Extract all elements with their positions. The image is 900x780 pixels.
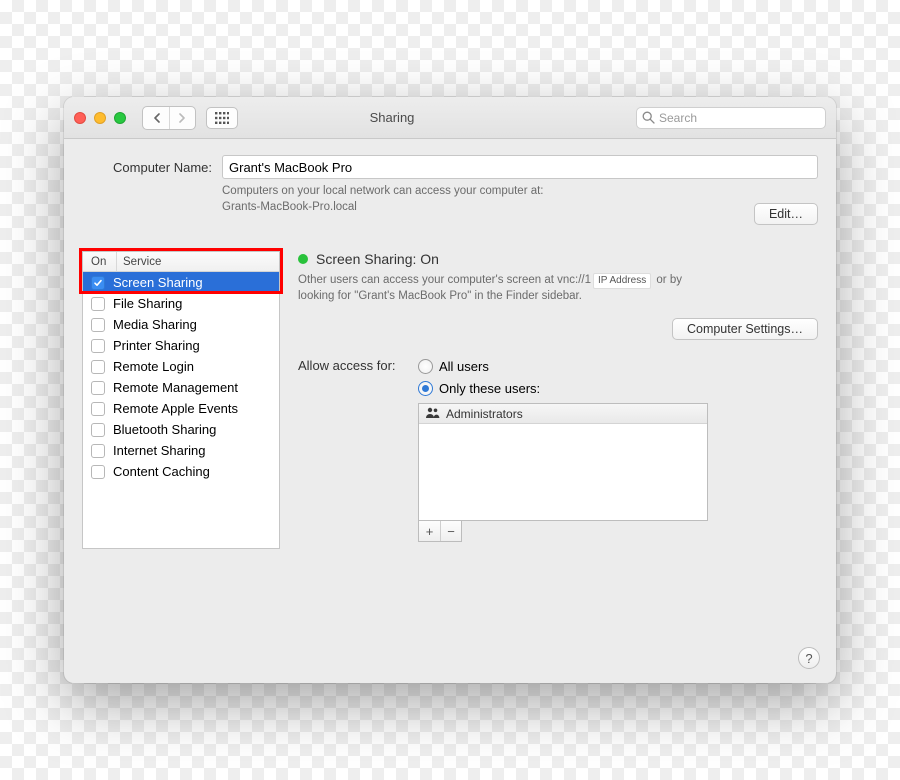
- service-row[interactable]: Printer Sharing: [83, 335, 279, 356]
- service-checkbox[interactable]: [91, 339, 105, 353]
- service-checkbox[interactable]: [91, 360, 105, 374]
- col-header-service: Service: [117, 252, 279, 271]
- service-checkbox[interactable]: [91, 465, 105, 479]
- service-label: Screen Sharing: [113, 275, 203, 290]
- users-icon: [425, 407, 440, 421]
- service-checkbox[interactable]: [91, 444, 105, 458]
- service-checkbox[interactable]: [91, 318, 105, 332]
- ip-address-badge: IP Address: [593, 273, 651, 289]
- search-input[interactable]: [636, 107, 826, 129]
- status-dot-icon: [298, 254, 308, 264]
- computer-settings-button[interactable]: Computer Settings…: [672, 318, 818, 340]
- search-wrap: [636, 107, 826, 129]
- service-list-header: On Service: [83, 252, 279, 272]
- service-row[interactable]: Screen Sharing: [83, 272, 279, 293]
- service-rows: Screen Sharing File Sharing Media Sharing P…: [83, 272, 279, 548]
- allowed-user-row[interactable]: Administrators: [419, 404, 707, 424]
- service-row[interactable]: Remote Login: [83, 356, 279, 377]
- radio-only-these-users[interactable]: Only these users:: [418, 377, 818, 399]
- add-user-button[interactable]: +: [419, 521, 440, 541]
- radio-icon: [418, 359, 433, 374]
- radio-icon: [418, 381, 433, 396]
- service-label: Internet Sharing: [113, 443, 206, 458]
- service-checkbox[interactable]: [91, 276, 105, 290]
- zoom-button[interactable]: [114, 112, 126, 124]
- service-label: Content Caching: [113, 464, 210, 479]
- close-button[interactable]: [74, 112, 86, 124]
- window-title: Sharing: [158, 110, 626, 125]
- service-detail: Screen Sharing: On Other users can acces…: [298, 251, 818, 669]
- computer-name-field[interactable]: [222, 155, 818, 179]
- window-titlebar: Sharing: [64, 97, 836, 139]
- service-row[interactable]: Internet Sharing: [83, 440, 279, 461]
- service-label: Remote Management: [113, 380, 238, 395]
- radio-all-users[interactable]: All users: [418, 355, 818, 377]
- allowed-users-list[interactable]: Administrators: [418, 403, 708, 521]
- help-button[interactable]: ?: [798, 647, 820, 669]
- service-checkbox[interactable]: [91, 381, 105, 395]
- service-checkbox[interactable]: [91, 297, 105, 311]
- computer-name-label: Computer Name:: [82, 155, 212, 175]
- status-line: Screen Sharing: On: [298, 251, 818, 267]
- service-row[interactable]: Media Sharing: [83, 314, 279, 335]
- service-row[interactable]: Bluetooth Sharing: [83, 419, 279, 440]
- allowed-users-box: Administrators + −: [418, 403, 708, 542]
- service-list-wrap: On Service Screen Sharing File Sharing Med…: [82, 251, 280, 669]
- service-label: Remote Apple Events: [113, 401, 238, 416]
- traffic-lights: [74, 112, 126, 124]
- service-label: Remote Login: [113, 359, 194, 374]
- col-header-on: On: [83, 252, 117, 271]
- service-row[interactable]: Content Caching: [83, 461, 279, 482]
- service-label: File Sharing: [113, 296, 182, 311]
- service-row[interactable]: Remote Management: [83, 377, 279, 398]
- service-label: Bluetooth Sharing: [113, 422, 216, 437]
- status-text: Screen Sharing: On: [316, 251, 439, 267]
- service-checkbox[interactable]: [91, 423, 105, 437]
- service-row[interactable]: File Sharing: [83, 293, 279, 314]
- add-remove-buttons: + −: [418, 521, 462, 542]
- status-description: Other users can access your computer's s…: [298, 273, 698, 304]
- service-list: On Service Screen Sharing File Sharing Med…: [82, 251, 280, 549]
- edit-hostname-button[interactable]: Edit…: [754, 203, 818, 225]
- service-checkbox[interactable]: [91, 402, 105, 416]
- service-row[interactable]: Remote Apple Events: [83, 398, 279, 419]
- minimize-button[interactable]: [94, 112, 106, 124]
- remove-user-button[interactable]: −: [440, 521, 461, 541]
- prefpane-body: Computer Name: Computers on your local n…: [64, 139, 836, 683]
- search-icon: [642, 111, 655, 124]
- sharing-prefpane-window: Sharing Computer Name: Computers on your…: [64, 97, 836, 683]
- service-label: Printer Sharing: [113, 338, 200, 353]
- service-label: Media Sharing: [113, 317, 197, 332]
- access-radio-group: All users Only these users:: [418, 355, 818, 399]
